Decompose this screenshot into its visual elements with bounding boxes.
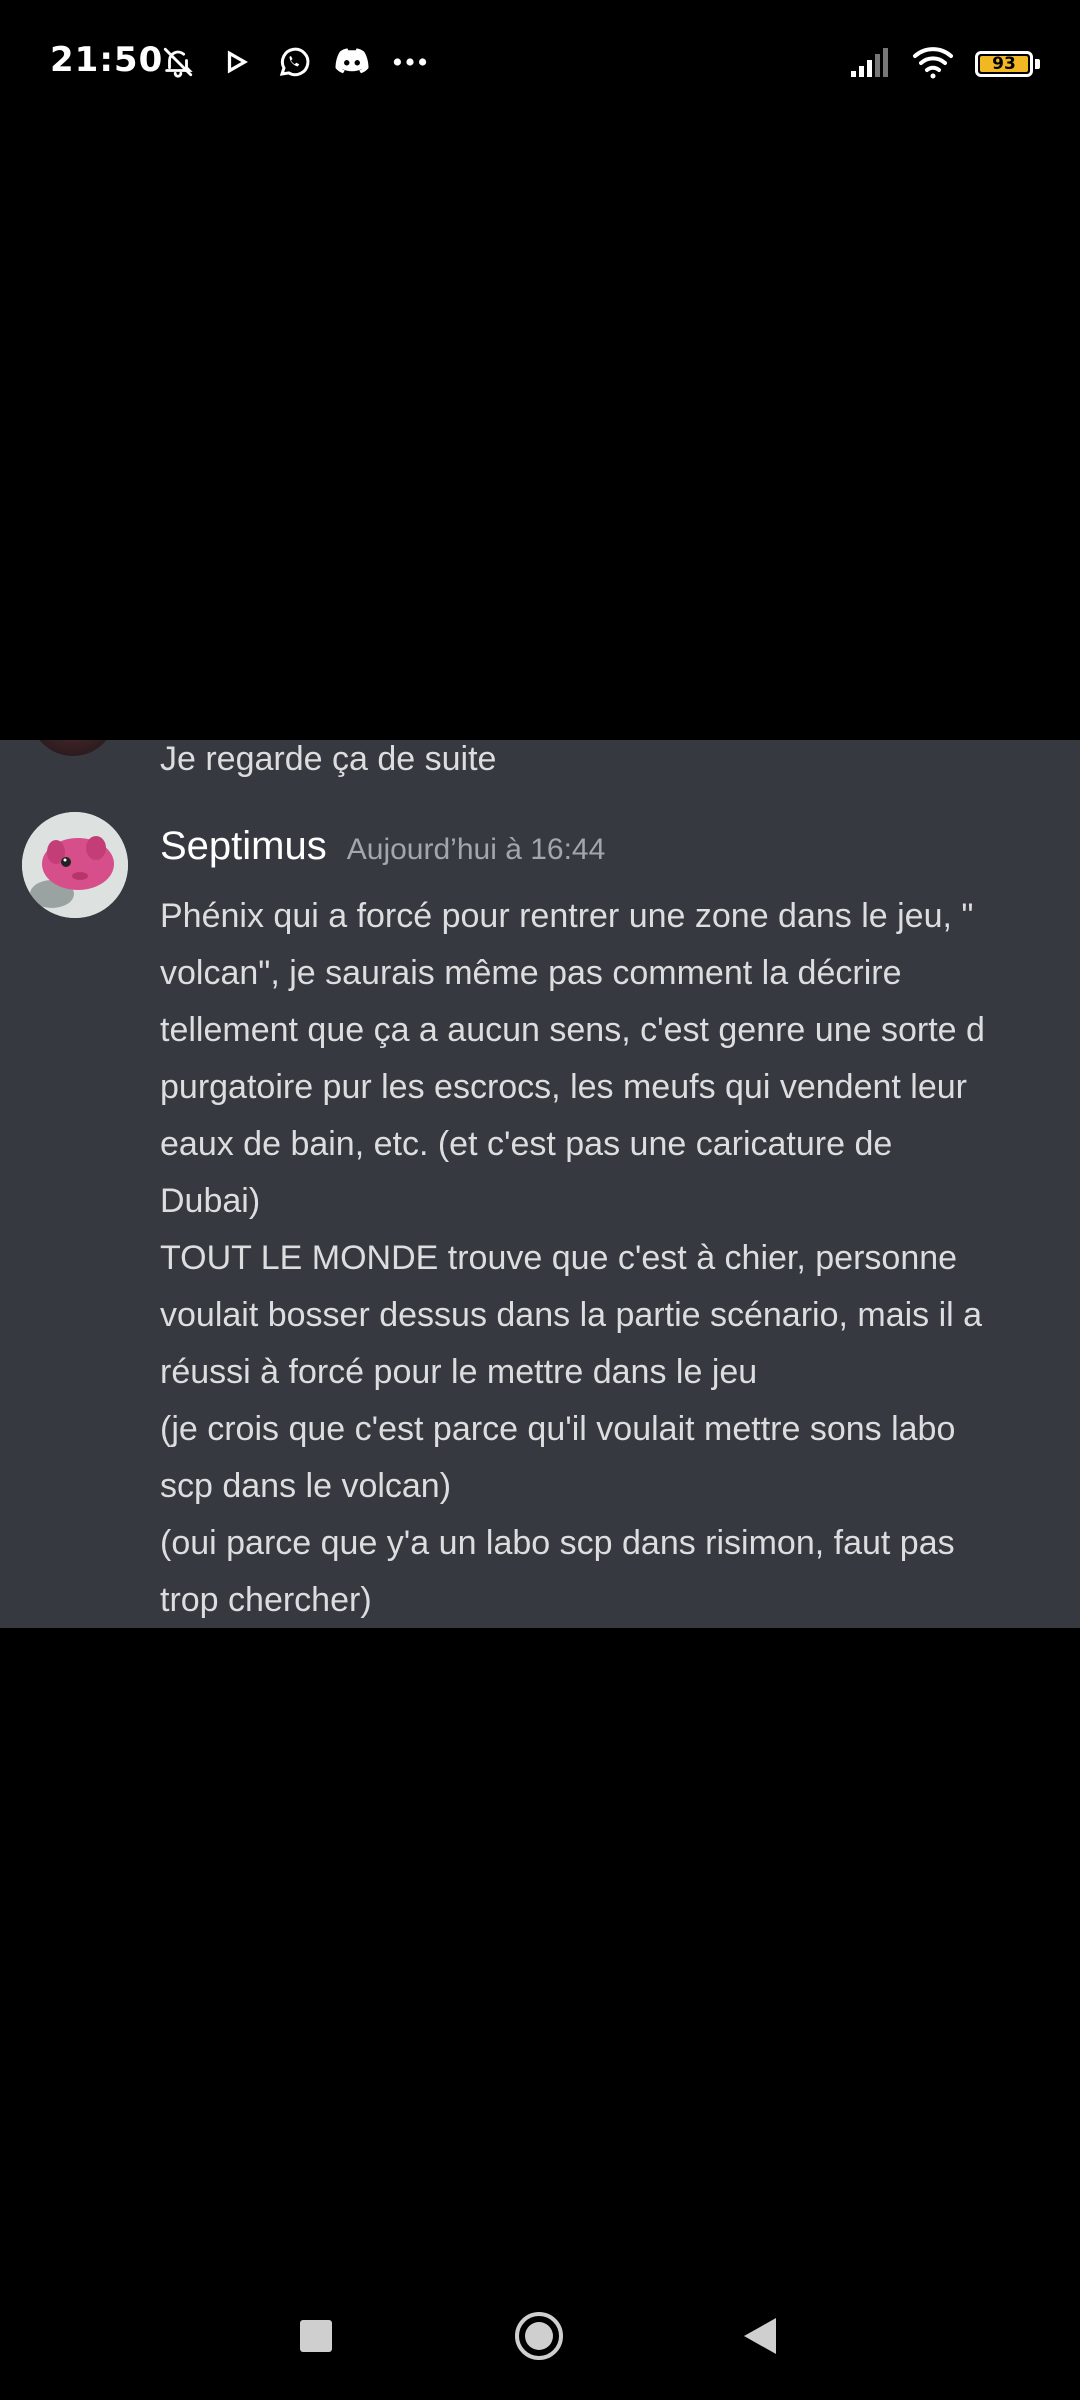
message-body: Phénix qui a forcé pour rentrer une zone… bbox=[160, 888, 1080, 1628]
previous-message: Je regarde ça de suite bbox=[160, 740, 497, 778]
message-line: purgatoire pur les escrocs, les meufs qu… bbox=[160, 1068, 967, 1106]
avatar[interactable] bbox=[22, 812, 128, 918]
back-triangle-icon[interactable] bbox=[744, 2318, 776, 2354]
play-icon bbox=[218, 44, 254, 80]
system-icons: 93 bbox=[849, 44, 1040, 84]
message-line: tellement que ça a aucun sens, c'est gen… bbox=[160, 1011, 985, 1049]
wifi-icon bbox=[911, 44, 957, 84]
battery-level: 93 bbox=[980, 54, 1028, 74]
chat-screenshot: Je regarde ça de suite Septimus Aujourd’… bbox=[0, 740, 1080, 1628]
message-header: Septimus Aujourd’hui à 16:44 bbox=[160, 824, 605, 869]
message-timestamp: Aujourd’hui à 16:44 bbox=[346, 833, 606, 866]
message-line: trop chercher) bbox=[160, 1581, 372, 1619]
username[interactable]: Septimus bbox=[160, 824, 327, 869]
message-line: (oui parce que y'a un labo scp dans risi… bbox=[160, 1524, 955, 1562]
signal-icon bbox=[849, 45, 893, 83]
discord-icon bbox=[334, 44, 370, 80]
battery-icon: 93 bbox=[975, 51, 1040, 77]
message-line: Dubai) bbox=[160, 1182, 261, 1220]
message-line: (je crois que c'est parce qu'il voulait … bbox=[160, 1410, 956, 1448]
message-line: scp dans le volcan) bbox=[160, 1467, 452, 1505]
previous-avatar bbox=[30, 740, 116, 756]
message-line: voulait bosser dessus dans la partie scé… bbox=[160, 1296, 983, 1334]
bell-off-icon bbox=[160, 44, 196, 80]
message-line: réussi à forcé pour le mettre dans le je… bbox=[160, 1353, 758, 1391]
home-circle-icon[interactable] bbox=[515, 2312, 563, 2360]
message-line: TOUT LE MONDE trouve que c'est à chier, … bbox=[160, 1239, 958, 1277]
whatsapp-icon bbox=[276, 44, 312, 80]
status-time: 21:50 bbox=[50, 40, 164, 80]
message-line: Phénix qui a forcé pour rentrer une zone… bbox=[160, 897, 974, 935]
navigation-bar bbox=[0, 2260, 1080, 2400]
more-dots-icon bbox=[392, 44, 428, 80]
recents-square-icon[interactable] bbox=[300, 2320, 332, 2352]
notification-icons bbox=[160, 44, 428, 80]
status-bar: 21:50 93 bbox=[0, 0, 1080, 130]
message-line: volcan", je saurais même pas comment la … bbox=[160, 954, 902, 992]
message-line: eaux de bain, etc. (et c'est pas une car… bbox=[160, 1125, 893, 1163]
